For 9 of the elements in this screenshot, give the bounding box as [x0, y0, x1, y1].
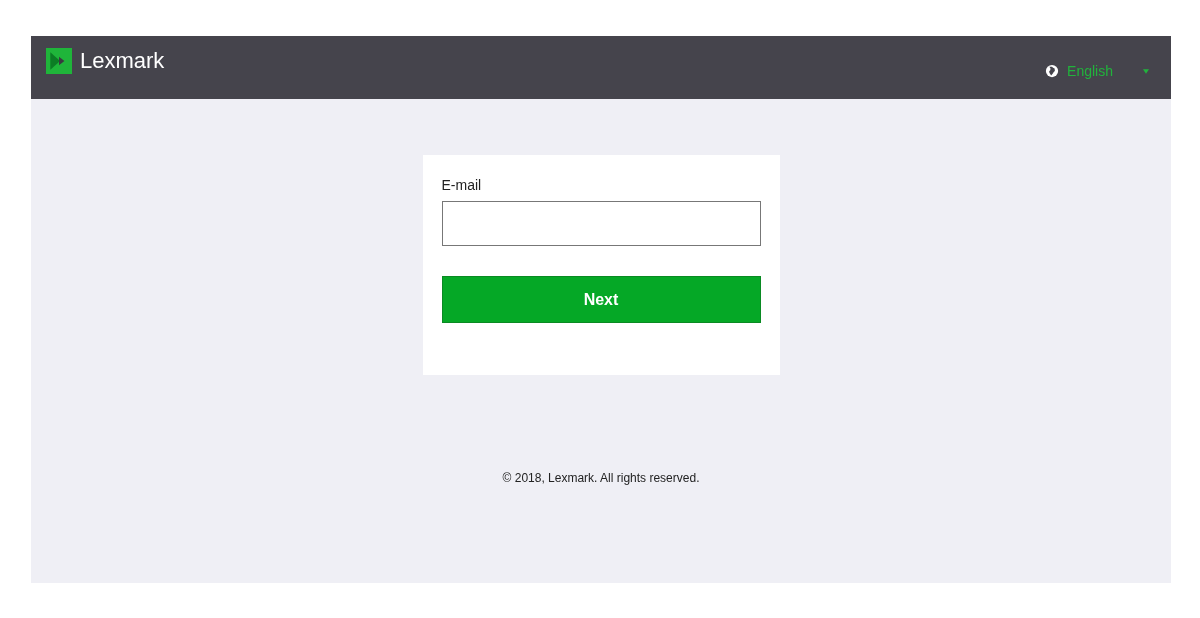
copyright-text: © 2018, Lexmark. All rights reserved. — [502, 471, 700, 485]
globe-icon — [1045, 64, 1060, 78]
next-button[interactable]: Next — [441, 276, 761, 323]
logo-icon — [46, 48, 72, 74]
email-field[interactable] — [441, 201, 761, 246]
brand-name: Lexmark — [80, 48, 165, 74]
language-selector[interactable]: English — [1067, 63, 1113, 79]
email-label: E-mail — [441, 177, 482, 193]
caret-icon[interactable] — [1143, 68, 1149, 74]
